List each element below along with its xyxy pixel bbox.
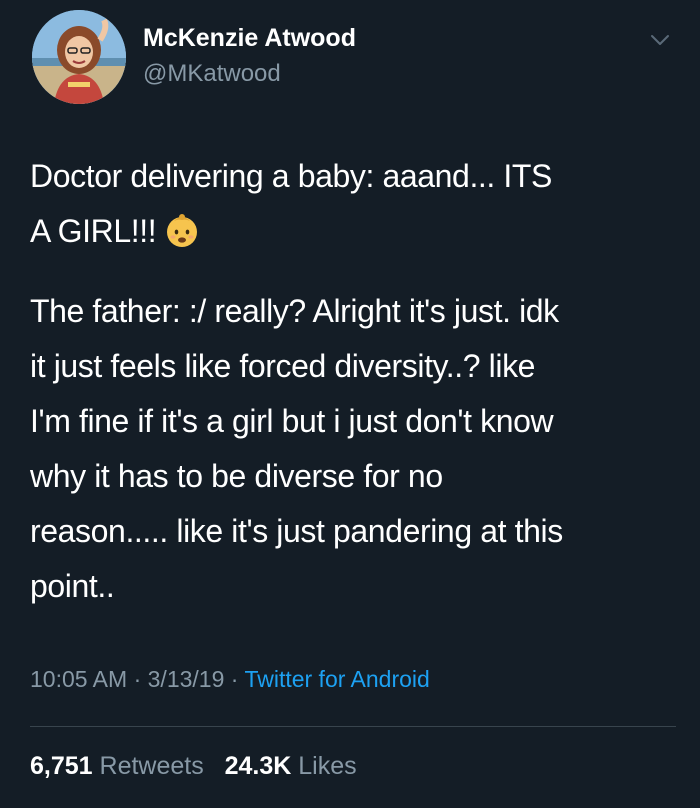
tweet-paragraph-1: Doctor delivering a baby: aaand... ITS A… (30, 149, 680, 266)
tweet-line: reason..... like it's just pandering at … (30, 513, 563, 549)
divider (30, 726, 676, 727)
tweet-line: it just feels like forced diversity..? l… (30, 348, 536, 384)
tweet-line: Doctor delivering a baby: aaand... ITS (30, 158, 552, 194)
tweet-source-link[interactable]: Twitter for Android (244, 666, 429, 692)
retweets-stat[interactable]: 6,751 Retweets (30, 752, 204, 780)
likes-count: 24.3K (224, 752, 292, 780)
retweets-count: 6,751 (30, 752, 93, 780)
tweet-time[interactable]: 10:05 AM (30, 666, 127, 692)
tweet-line-with-emoji: A GIRL!!! (30, 204, 680, 266)
tweet-line: A GIRL!!! (30, 213, 157, 249)
tweet-stats: 6,751 Retweets 24.3K Likes (30, 752, 357, 781)
tweet-meta: 10:05 AM · 3/13/19 · Twitter for Android (30, 666, 430, 693)
tweet-card: McKenzie Atwood @MKatwood Doctor deliver… (0, 0, 700, 808)
chevron-down-icon[interactable] (648, 30, 672, 50)
tweet-line: I'm fine if it's a girl but i just don't… (30, 403, 554, 439)
likes-stat[interactable]: 24.3K Likes (225, 752, 357, 780)
meta-separator: · (230, 666, 239, 692)
tweet-paragraph-2: The father: :/ really? Alright it's just… (30, 284, 680, 614)
display-name[interactable]: McKenzie Atwood (143, 24, 356, 53)
user-handle[interactable]: @MKatwood (143, 60, 281, 88)
avatar[interactable] (32, 10, 126, 104)
baby-emoji-icon (164, 211, 200, 266)
tweet-line: The father: :/ really? Alright it's just… (30, 293, 559, 329)
retweets-label: Retweets (99, 752, 204, 780)
likes-label: Likes (298, 752, 357, 780)
tweet-date[interactable]: 3/13/19 (148, 666, 225, 692)
meta-separator: · (133, 666, 142, 692)
tweet-line: point.. (30, 568, 115, 604)
avatar-image (32, 10, 126, 104)
tweet-line: why it has to be diverse for no (30, 458, 443, 494)
